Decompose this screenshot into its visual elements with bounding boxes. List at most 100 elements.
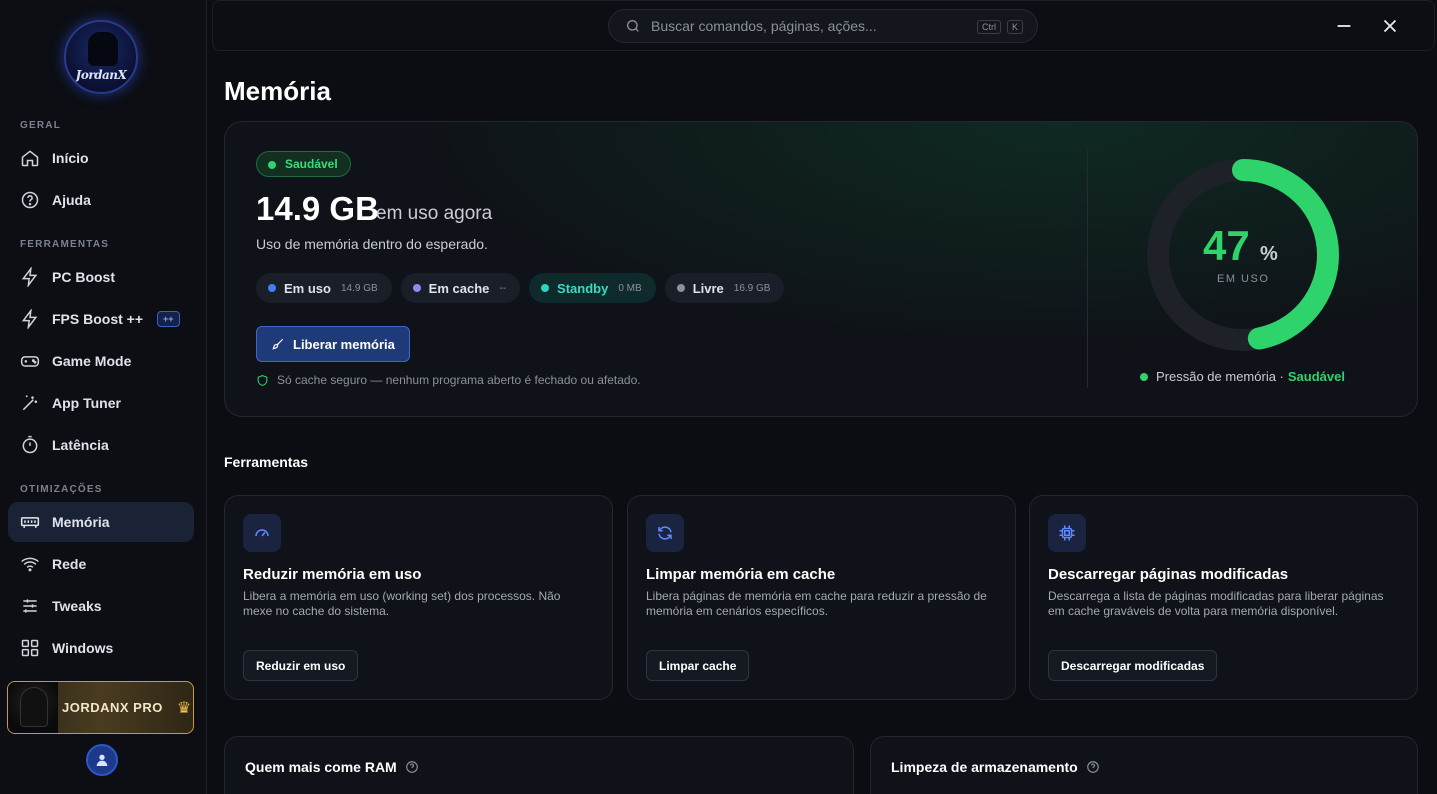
chip-dot [541,284,550,292]
section-label-geral: GERAL [20,120,61,131]
tool-card-flush-modified: Descarregar páginas modificadas Descarre… [1029,495,1418,700]
close-icon [1383,19,1397,33]
sidebar-item-app-tuner[interactable]: App Tuner [8,383,194,423]
sidebar-item-windows[interactable]: Windows [8,628,194,668]
search-icon [627,20,639,32]
sidebar-item-label: Memória [52,514,110,530]
sidebar-item-inicio[interactable]: Início [8,138,194,178]
sidebar-item-latencia[interactable]: Latência [8,425,194,465]
hero-divider [1087,150,1088,388]
tool-title: Descarregar páginas modificadas [1048,566,1289,583]
magic-wand-icon [22,395,38,411]
chip-label: Em cache [428,280,490,296]
home-icon [21,150,39,167]
tool-card-clear-cache: Limpar memória em cache Libera páginas d… [627,495,1016,700]
sidebar-item-label: Game Mode [52,353,132,369]
sidebar-item-pc-boost[interactable]: PC Boost [8,257,194,297]
memory-icon [20,517,40,528]
top-ram-title: Quem mais come RAM [245,759,419,775]
search-input[interactable]: Buscar comandos, páginas, ações... Ctrl … [608,9,1038,43]
clear-cache-button[interactable]: Limpar cache [646,650,750,681]
wifi-icon [21,557,39,572]
free-memory-button[interactable]: Liberar memória [256,326,410,362]
gauge-label: EM USO [1217,273,1270,285]
storage-cleanup-card: Limpeza de armazenamento [870,736,1418,794]
section-label-otimizacoes: OTIMIZAÇÕES [20,484,103,495]
sidebar-item-label: FPS Boost ++ [52,311,144,327]
logo-figure [88,32,118,66]
sidebar-item-game-mode[interactable]: Game Mode [8,341,194,381]
bolt-icon [21,309,38,329]
sliders-icon [23,599,37,613]
shortcut-ctrl-key: Ctrl [977,20,1001,34]
user-icon [96,754,108,766]
search-placeholder: Buscar comandos, páginas, ações... [651,18,877,34]
gauge-unit: % [1260,243,1278,265]
memory-pressure-status: Pressão de memória · Saudável [1140,369,1345,384]
reduce-in-use-button[interactable]: Reduzir em uso [243,650,359,681]
chip-value: -- [499,282,507,294]
memory-overview-card: Saudável 14.9 GB em uso agora Uso de mem… [224,121,1418,417]
fps-boost-badge: ++ [157,311,180,327]
flush-modified-button[interactable]: Descarregar modificadas [1048,650,1218,681]
chip-dot [412,284,421,292]
chip-value: 14.9 GB [340,282,378,294]
tools-section-title: Ferramentas [224,454,309,470]
tool-icon-box [646,514,684,552]
close-button[interactable] [1379,15,1401,37]
timer-icon [22,435,38,454]
sidebar-item-label: PC Boost [52,269,115,285]
free-memory-label: Liberar memória [293,336,395,352]
broom-icon [272,338,284,350]
pressure-value: Saudável [1287,369,1345,384]
help-icon[interactable] [405,760,419,774]
sidebar-item-label: App Tuner [52,395,121,411]
tool-icon-box [1048,514,1086,552]
chip-standby: Standby 0 MB [529,273,656,303]
top-ram-title-text: Quem mais come RAM [245,759,397,775]
user-avatar[interactable] [86,744,118,776]
page-title: Memória [224,76,331,106]
crown-icon: ♛ [176,699,192,717]
safe-note-text: Só cache seguro — nenhum programa aberto… [277,373,641,387]
logo-text: JordanX [75,68,127,82]
pressure-label: Pressão de memória · [1156,369,1284,384]
chip-dot [268,284,276,292]
status-badge: Saudável [256,151,351,177]
sidebar-item-label: Latência [52,437,109,453]
chip-label: Standby [557,280,609,296]
pro-upgrade-card[interactable]: JORDANX PRO ♛ [7,681,194,734]
sidebar-item-ajuda[interactable]: Ajuda [8,180,194,220]
section-label-ferramentas: FERRAMENTAS [20,239,110,250]
storage-title: Limpeza de armazenamento [891,759,1100,775]
sidebar-item-fps-boost[interactable]: FPS Boost ++ ++ [8,299,194,339]
sidebar-item-memoria[interactable]: Memória [8,502,194,542]
chip-livre: Livre 16.9 GB [664,273,785,303]
app-window: JordanX GERAL Início Ajuda FERRAMENTAS P… [0,0,1437,794]
pro-label: JORDANX PRO [62,700,163,715]
memory-breakdown-chips: Em uso 14.9 GB Em cache -- Standby 0 MB … [256,273,785,303]
safe-cache-note: Só cache seguro — nenhum programa aberto… [256,373,641,387]
help-icon[interactable] [1086,760,1100,774]
sidebar-item-label: Windows [52,640,114,656]
sidebar-item-label: Rede [52,556,87,572]
sidebar-item-tweaks[interactable]: Tweaks [8,586,194,626]
minimize-button[interactable] [1333,15,1355,37]
pressure-dot [1140,372,1148,381]
tool-card-reduce-working-set: Reduzir memória em uso Libera a memória … [224,495,613,700]
sidebar-item-label: Início [52,150,89,166]
sidebar-item-label: Tweaks [52,598,102,614]
help-icon [21,191,39,209]
windows-grid-icon [21,639,39,657]
pro-avatar [8,682,58,733]
sidebar-item-rede[interactable]: Rede [8,544,194,584]
memory-status-description: Uso de memória dentro do esperado. [256,236,488,252]
memory-used-value: 14.9 GB [256,190,379,227]
tool-title: Reduzir memória em uso [243,566,422,583]
minimize-icon [1337,25,1351,27]
gauge-value: 47 [1203,222,1250,269]
storage-title-text: Limpeza de armazenamento [891,759,1078,775]
refresh-icon [658,526,672,540]
gamepad-icon [20,356,40,367]
app-logo[interactable]: JordanX [64,20,138,94]
